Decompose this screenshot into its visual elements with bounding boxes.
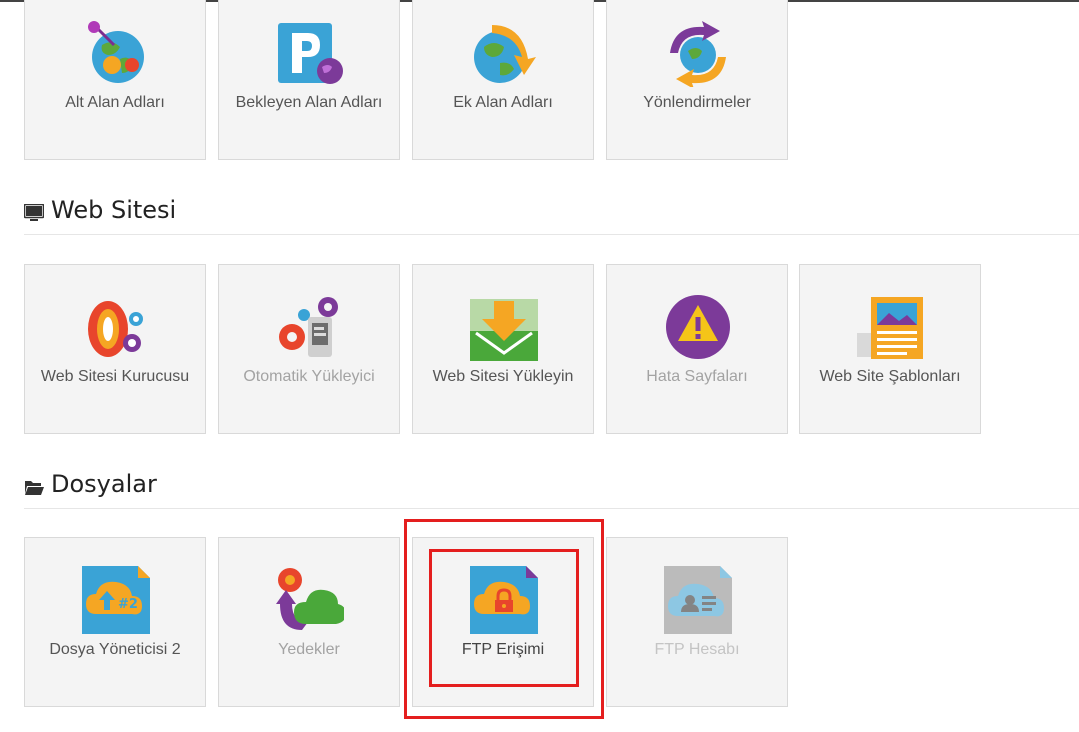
site-builder-icon bbox=[88, 301, 143, 357]
tile-alt-alan-adlari[interactable]: Alt Alan Adları bbox=[24, 0, 206, 160]
tile-yonlendirmeler[interactable]: Yönlendirmeler bbox=[606, 0, 788, 160]
globe-pin-icon bbox=[88, 21, 144, 83]
tile-label: Otomatik Yükleyici bbox=[243, 368, 375, 385]
tile-ek-alan-adlari[interactable]: Ek Alan Adları bbox=[412, 0, 594, 160]
templates-icon bbox=[857, 297, 923, 359]
section-dosyalar: Dosyalar bbox=[24, 470, 1079, 509]
tile-dosya-yoneticisi-2[interactable]: #2 Dosya Yöneticisi 2 bbox=[24, 537, 206, 707]
parking-globe-icon bbox=[278, 23, 343, 84]
tile-label: FTP Hesabı bbox=[654, 641, 740, 658]
section-web-sitesi: Web Sitesi bbox=[24, 196, 1079, 235]
tile-label: Yönlendirmeler bbox=[643, 94, 751, 111]
tile-label: Hata Sayfaları bbox=[646, 368, 748, 385]
tile-yedekler[interactable]: Yedekler bbox=[218, 537, 400, 707]
folder-open-icon bbox=[25, 481, 44, 495]
backup-cloud-icon bbox=[276, 568, 344, 630]
ftp-account-icon bbox=[664, 566, 732, 634]
section-title: Web Sitesi bbox=[51, 196, 177, 224]
website-upload-icon bbox=[470, 299, 538, 361]
tile-label: Web Sitesi Yükleyin bbox=[432, 368, 574, 385]
tile-label: Web Sitesi Kurucusu bbox=[40, 368, 190, 385]
tile-otomatik-yukleyici[interactable]: Otomatik Yükleyici bbox=[218, 264, 400, 434]
tile-ftp-hesabi[interactable]: FTP Hesabı bbox=[606, 537, 788, 707]
redirect-globe-icon bbox=[670, 21, 726, 87]
cloud-upload-file-icon: #2 bbox=[82, 566, 150, 634]
tile-web-site-sablonlari[interactable]: Web Site Şablonları bbox=[799, 264, 981, 434]
tile-bekleyen-alan-adlari[interactable]: Bekleyen Alan Adları bbox=[218, 0, 400, 160]
warning-icon bbox=[666, 295, 730, 359]
monitor-icon bbox=[24, 204, 44, 221]
tile-label: Bekleyen Alan Adları bbox=[235, 94, 383, 111]
tile-label: Yedekler bbox=[278, 641, 340, 658]
highlight-box-inner bbox=[429, 549, 579, 687]
tile-label: Ek Alan Adları bbox=[453, 94, 553, 111]
auto-installer-icon bbox=[279, 297, 338, 357]
tile-web-sitesi-yukleyin[interactable]: Web Sitesi Yükleyin bbox=[412, 264, 594, 434]
tile-web-sitesi-kurucusu[interactable]: Web Sitesi Kurucusu bbox=[24, 264, 206, 434]
globe-arrow-icon bbox=[474, 25, 536, 83]
svg-text:#2: #2 bbox=[118, 597, 138, 612]
tile-label: Alt Alan Adları bbox=[65, 94, 165, 111]
tile-label: Web Site Şablonları bbox=[819, 368, 961, 385]
tile-label: Dosya Yöneticisi 2 bbox=[49, 641, 181, 658]
tile-hata-sayfalari[interactable]: Hata Sayfaları bbox=[606, 264, 788, 434]
section-title: Dosyalar bbox=[51, 470, 157, 498]
